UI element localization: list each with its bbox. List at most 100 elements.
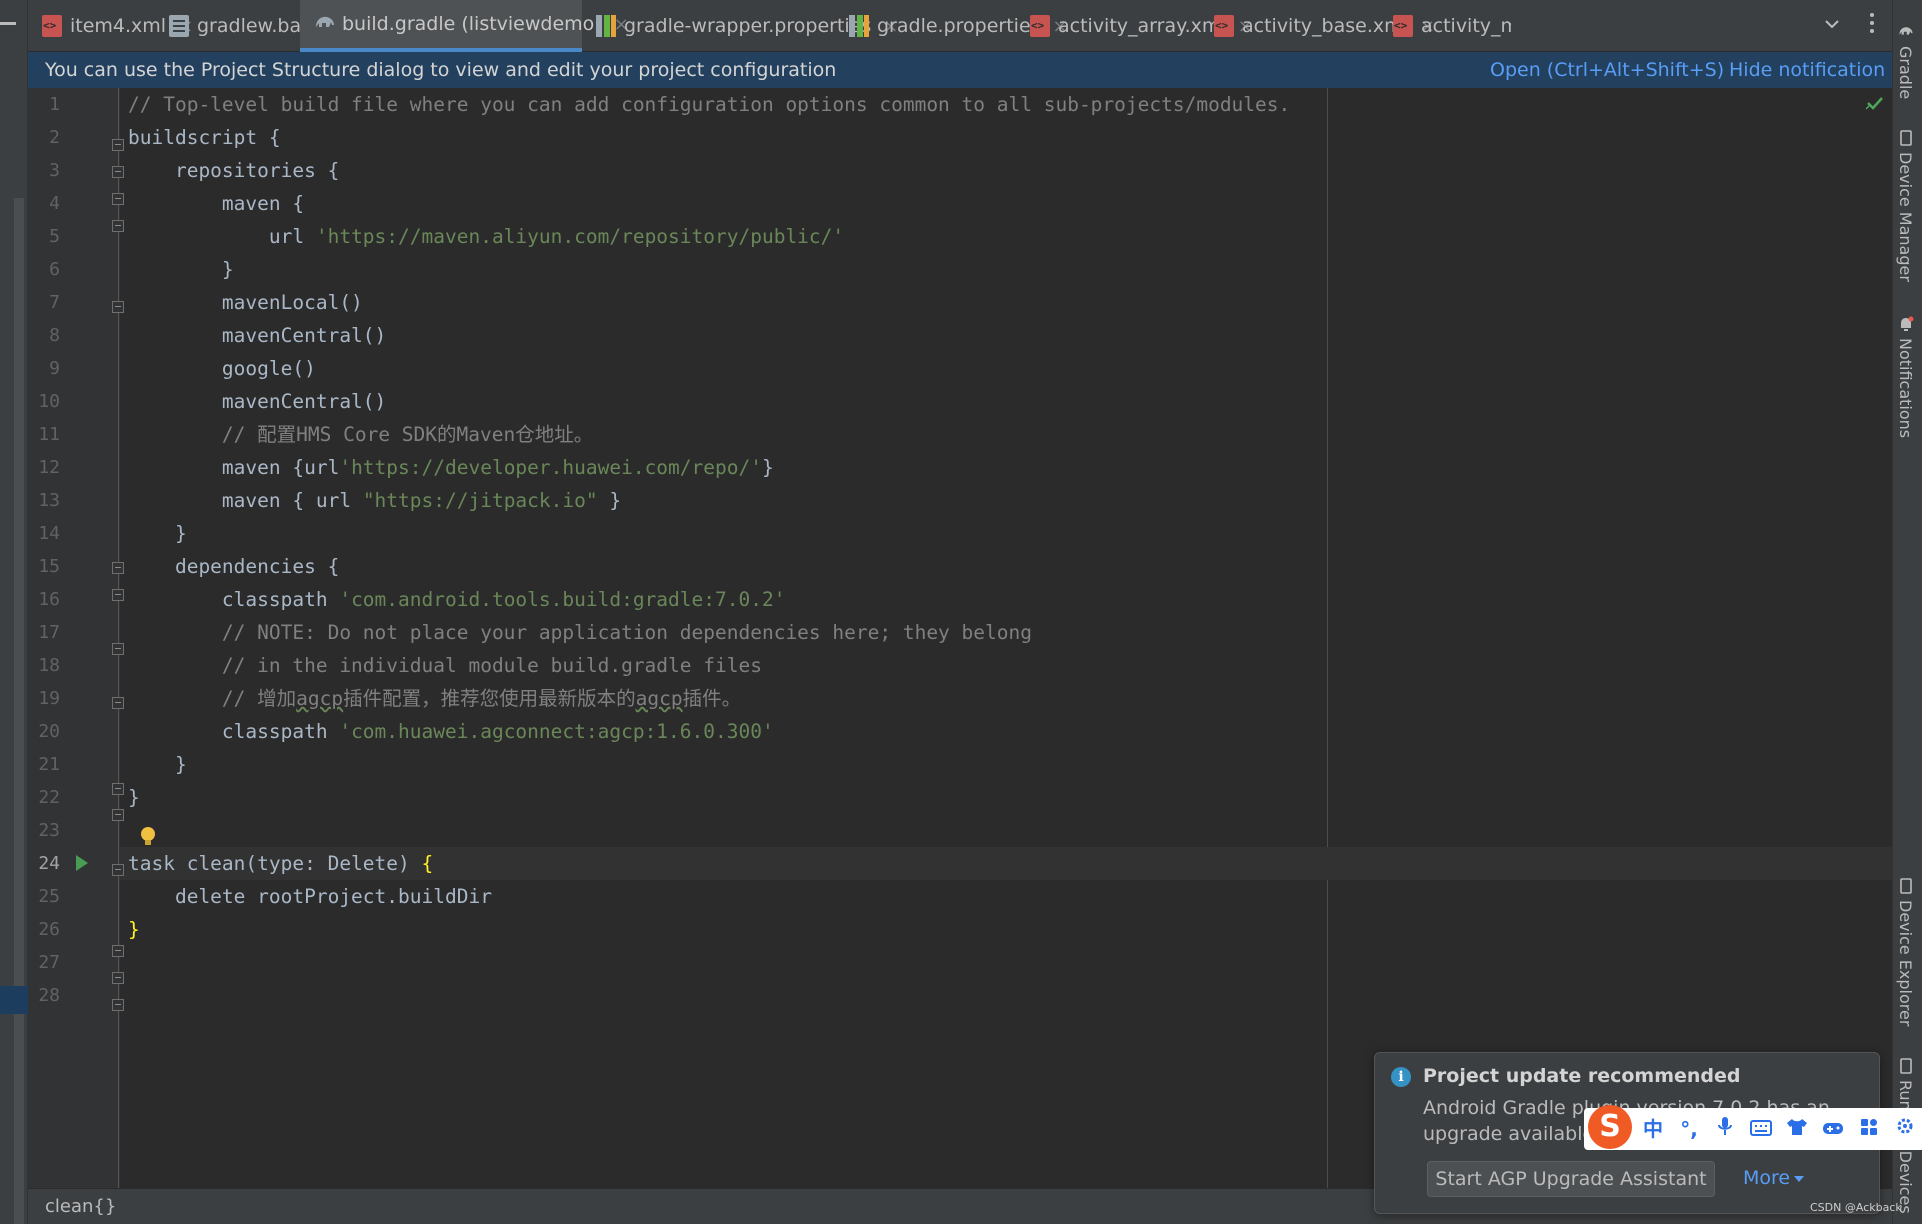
tab-build-gradle[interactable]: build.gradle (listviewdemo) × (300, 0, 629, 52)
text-file-icon (169, 15, 189, 37)
fold-marker[interactable] (112, 945, 124, 957)
fold-marker[interactable] (112, 589, 124, 601)
line-number[interactable]: 1 (28, 88, 60, 121)
tab-gradle-properties[interactable]: gradle.properties × (835, 0, 1068, 52)
line-number[interactable]: 20 (28, 715, 60, 748)
line-number[interactable]: 19 (28, 682, 60, 715)
breadcrumb[interactable]: clean{} (45, 1196, 116, 1217)
properties-file-icon (596, 15, 616, 37)
line-number[interactable]: 3 (28, 154, 60, 187)
watermark: CSDN @Ackback (1810, 1201, 1902, 1214)
code-line: classpath 'com.huawei.agconnect:agcp:1.6… (128, 715, 774, 748)
fold-marker[interactable] (112, 809, 124, 821)
microphone-icon[interactable] (1710, 1114, 1740, 1144)
fold-marker[interactable] (112, 972, 124, 984)
sogou-logo-icon[interactable]: S (1588, 1105, 1632, 1149)
code-text: mavenCentral() (128, 390, 387, 413)
tab-gradlew-bat[interactable]: gradlew.bat × (155, 0, 336, 52)
gradle-tool-button[interactable]: Gradle (1896, 24, 1915, 99)
comment-text: // Top-level build file where you can ad… (128, 93, 1291, 116)
line-number[interactable]: 6 (28, 253, 60, 286)
keyboard-icon[interactable] (1746, 1114, 1776, 1144)
code-line: google() (128, 352, 316, 385)
line-number[interactable]: 10 (28, 385, 60, 418)
code-line: task clean(type: Delete) { (128, 847, 433, 880)
collapse-handle[interactable] (0, 22, 16, 25)
fold-marker[interactable] (112, 166, 124, 178)
line-number[interactable]: 4 (28, 187, 60, 220)
skin-shirt-icon[interactable] (1782, 1114, 1812, 1144)
fold-marker[interactable] (112, 864, 124, 876)
more-dropdown[interactable]: More (1743, 1167, 1805, 1189)
tab-activity-array-xml[interactable]: activity_array.xml × (1016, 0, 1253, 52)
code-line: maven { url "https://jitpack.io" } (128, 484, 621, 517)
tab-gradle-wrapper-properties[interactable]: gradle-wrapper.properties × (582, 0, 898, 52)
line-number[interactable]: 27 (28, 946, 60, 979)
punctuation-button[interactable]: °, (1674, 1114, 1704, 1144)
line-number[interactable]: 14 (28, 517, 60, 550)
line-number[interactable]: 8 (28, 319, 60, 352)
hide-notification-link[interactable]: Hide notification (1729, 59, 1885, 81)
code-line: url 'https://maven.aliyun.com/repository… (128, 220, 844, 253)
notifications-tool-button[interactable]: Notifications (1896, 316, 1915, 438)
code-text: buildscript { (128, 126, 281, 149)
line-number[interactable]: 2 (28, 121, 60, 154)
tab-activity-main[interactable]: activity_mair (1379, 0, 1511, 52)
tab-activity-base-xml[interactable]: activity_base.xml × (1200, 0, 1435, 52)
fold-marker[interactable] (112, 220, 124, 232)
fold-marker[interactable] (112, 562, 124, 574)
device-explorer-tool-button[interactable]: Device Explorer (1896, 878, 1915, 1026)
line-number[interactable]: 26 (28, 913, 60, 946)
code-text: mavenLocal() (128, 291, 363, 314)
line-number[interactable]: 22 (28, 781, 60, 814)
code-editor[interactable]: 1 2 3 4 5 6 7 8 9 10 11 12 13 14 15 16 17 18 19 20 21 22 23 24 2… (28, 88, 1892, 1188)
more-vertical-icon[interactable] (1864, 12, 1880, 38)
checkmark-icon[interactable] (1865, 92, 1884, 116)
code-line: mavenCentral() (128, 385, 386, 418)
line-number[interactable]: 21 (28, 748, 60, 781)
comment-text: 插件配置，推荐您使用最新版本的 (343, 687, 636, 710)
gradle-elephant-icon (314, 13, 334, 35)
gamepad-icon[interactable] (1818, 1114, 1848, 1144)
settings-gear-icon[interactable] (1890, 1114, 1920, 1144)
left-scroll-track (14, 198, 24, 1224)
string-literal: 'https://developer.huawei.com/repo/' (339, 456, 762, 479)
line-number[interactable]: 11 (28, 418, 60, 451)
open-project-structure-link[interactable]: Open (Ctrl+Alt+Shift+S) (1490, 59, 1724, 81)
line-number[interactable]: 9 (28, 352, 60, 385)
run-gutter-icon[interactable] (76, 855, 88, 871)
fold-marker[interactable] (112, 783, 124, 795)
comment-text: // in the individual module build.gradle… (128, 654, 762, 677)
line-number[interactable]: 15 (28, 550, 60, 583)
line-number[interactable]: 28 (28, 979, 60, 1012)
device-manager-tool-button[interactable]: Device Manager (1896, 130, 1915, 282)
apps-grid-icon[interactable] (1854, 1114, 1884, 1144)
fold-marker[interactable] (112, 999, 124, 1011)
tab-item4-xml[interactable]: item4.xml × (28, 0, 193, 52)
line-number[interactable]: 5 (28, 220, 60, 253)
line-number[interactable]: 23 (28, 814, 60, 847)
line-number[interactable]: 7 (28, 286, 60, 319)
code-text: } (128, 753, 187, 776)
code-line: mavenLocal() (128, 286, 363, 319)
code-line: // in the individual module build.gradle… (128, 649, 762, 682)
fold-marker[interactable] (112, 697, 124, 709)
code-text: maven {url (128, 456, 340, 479)
line-number[interactable]: 13 (28, 484, 60, 517)
chinese-mode-button[interactable]: 中 (1638, 1114, 1668, 1144)
string-literal: 'https://maven.aliyun.com/repository/pub… (315, 225, 845, 248)
fold-marker[interactable] (112, 139, 124, 151)
line-number[interactable]: 24 (28, 847, 60, 880)
start-agp-upgrade-button[interactable]: Start AGP Upgrade Assistant (1427, 1161, 1715, 1197)
line-number[interactable]: 18 (28, 649, 60, 682)
line-number[interactable]: 16 (28, 583, 60, 616)
fold-marker[interactable] (112, 193, 124, 205)
line-number[interactable]: 25 (28, 880, 60, 913)
fold-marker[interactable] (112, 643, 124, 655)
lightbulb-icon[interactable] (140, 826, 155, 846)
line-number[interactable]: 12 (28, 451, 60, 484)
fold-marker[interactable] (112, 301, 124, 313)
line-number[interactable]: 17 (28, 616, 60, 649)
chevron-down-icon[interactable] (1821, 14, 1843, 36)
string-literal: 'com.huawei.agconnect:agcp:1.6.0.300' (339, 720, 774, 743)
